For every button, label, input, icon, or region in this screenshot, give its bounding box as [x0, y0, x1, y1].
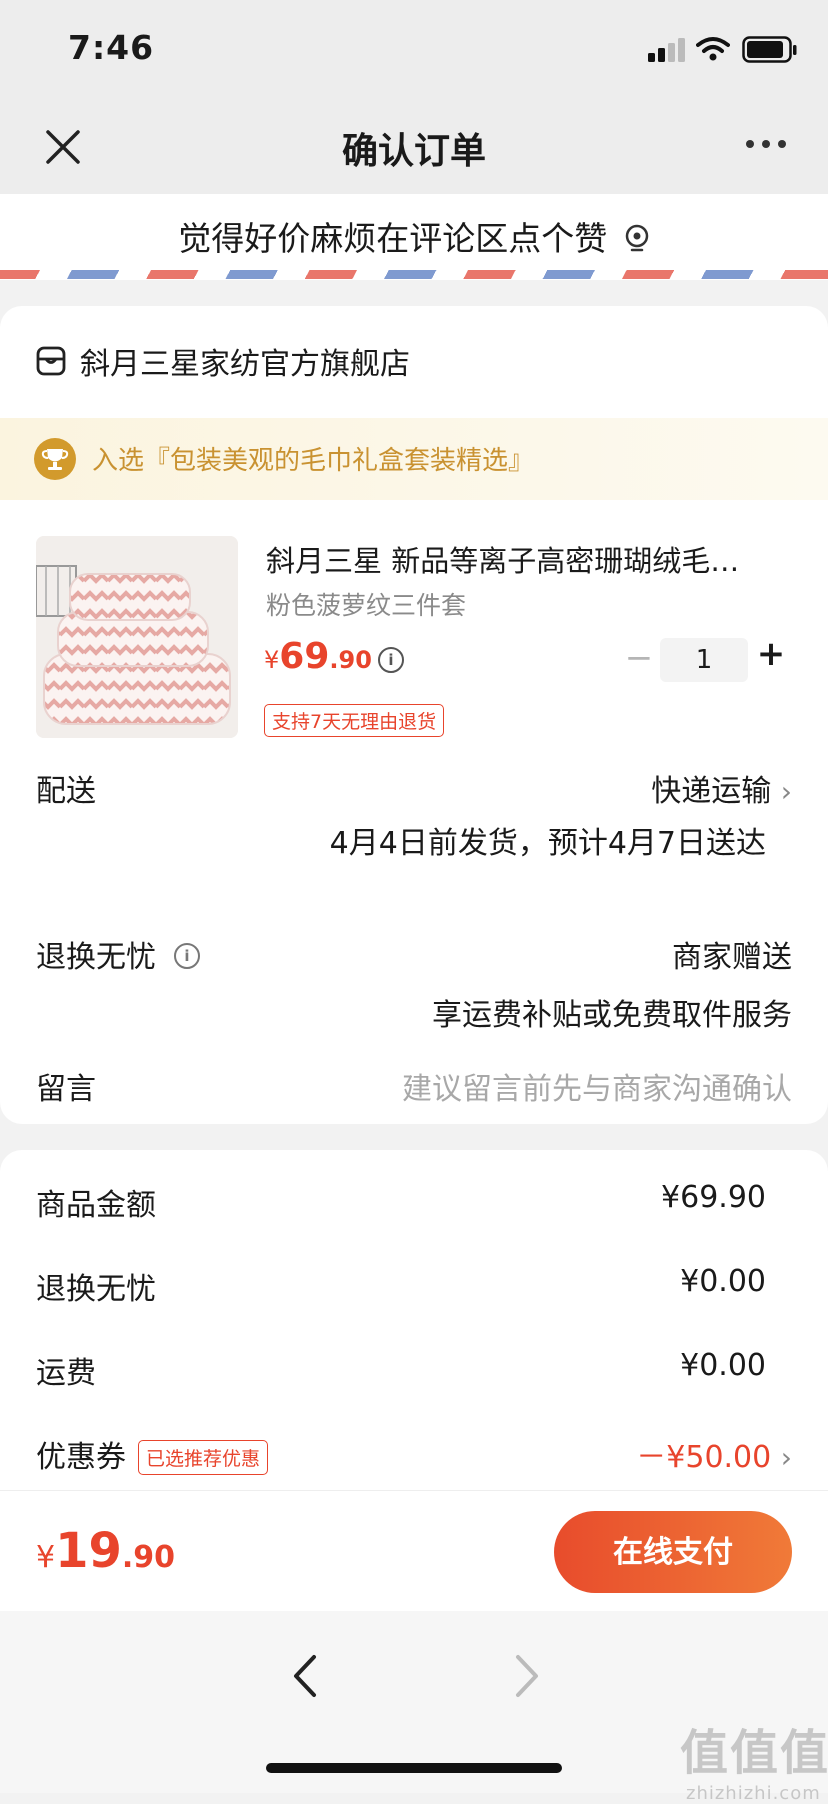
total-decimal: .90 [121, 1540, 176, 1575]
delivery-method-label: 快递运输 [651, 774, 772, 809]
watermark: 值值值 zhizhizhi.com [680, 1713, 828, 1804]
watermark-brand: 值值值 [680, 1725, 828, 1781]
page-title: 确认订单 [341, 131, 486, 172]
delivery-estimate: 4月4日前发货，预计4月7日送达 [329, 826, 766, 861]
total-integer: 19 [55, 1523, 122, 1579]
summary-row-label: 退换无忧 [36, 1272, 156, 1307]
back-arrow-icon[interactable] [286, 1651, 326, 1701]
message-input[interactable]: 建议留言前先与商家沟通确认 [402, 1064, 792, 1108]
delivery-label: 配送 [36, 774, 96, 809]
summary-row-label: 商品金额 [36, 1188, 156, 1223]
browser-nav-bar: 值值值 zhizhizhi.com [0, 1611, 828, 1804]
quantity-decrease-button[interactable]: − [624, 638, 654, 678]
product-thumbnail[interactable] [36, 536, 238, 738]
wifi-icon [696, 37, 730, 61]
store-icon [36, 346, 66, 376]
return-service-info-icon[interactable]: i [174, 943, 200, 969]
delivery-method[interactable]: 快递运输 › [651, 766, 792, 810]
price-summary-card: 商品金额 ¥69.90 退换无忧 ¥0.00 运费 ¥0.00 优惠券 已选推荐… [0, 1150, 828, 1490]
product-price: ¥69.90 [264, 636, 372, 677]
price-currency: ¥ [264, 646, 280, 674]
chevron-right-icon: › [780, 775, 792, 808]
airmail-stripe-divider [0, 270, 828, 279]
return-policy-tag: 支持7天无理由退货 [264, 704, 445, 737]
product-variant[interactable]: 粉色菠萝纹三件套 [266, 586, 466, 622]
product-title[interactable]: 斜月三星 新品等离子高密珊瑚绒毛… [266, 538, 776, 580]
pay-online-button[interactable]: 在线支付 [554, 1511, 792, 1593]
forward-arrow-icon[interactable] [506, 1651, 546, 1701]
summary-row-value: ¥0.00 [680, 1348, 766, 1383]
promo-strip: 觉得好价麻烦在评论区点个赞 [0, 194, 828, 280]
coupon-value[interactable]: －¥50.00 › [636, 1432, 792, 1476]
quantity-input[interactable]: 1 [660, 638, 748, 682]
more-icon[interactable] [744, 132, 788, 156]
promo-label: 觉得好价麻烦在评论区点个赞 [178, 219, 608, 258]
coupon-discount: －¥50.00 [636, 1440, 772, 1475]
status-bar: 7:46 [0, 0, 828, 100]
trophy-icon [34, 438, 76, 480]
return-service-value: 商家赠送 [672, 940, 792, 975]
home-indicator[interactable] [266, 1763, 562, 1773]
price-integer: 69 [279, 636, 330, 677]
banner-text: 入选『包装美观的毛巾礼盒套装精选』 [92, 446, 535, 476]
selection-banner[interactable]: 入选『包装美观的毛巾礼盒套装精选』 [0, 418, 828, 500]
return-service-detail: 享运费补贴或免费取件服务 [432, 998, 792, 1033]
total-price: ¥19.90 [36, 1523, 175, 1579]
bulb-icon [625, 224, 648, 252]
total-currency: ¥ [36, 1540, 56, 1575]
checkout-footer: ¥19.90 在线支付 [0, 1490, 828, 1611]
signal-icon [648, 38, 685, 62]
summary-row-value: ¥69.90 [661, 1180, 766, 1215]
battery-icon [742, 36, 797, 63]
summary-row-label: 运费 [36, 1356, 96, 1391]
coupon-tag: 已选推荐优惠 [138, 1440, 269, 1475]
promo-text: 觉得好价麻烦在评论区点个赞 [0, 212, 828, 260]
price-decimal: .90 [329, 646, 372, 674]
store-name: 斜月三星家纺官方旗舰店 [80, 347, 410, 382]
nav-bar: 确认订单 [0, 100, 828, 194]
message-label: 留言 [36, 1072, 96, 1107]
quantity-increase-button[interactable]: + [756, 634, 786, 674]
status-time: 7:46 [68, 28, 155, 67]
price-info-icon[interactable]: i [378, 647, 404, 673]
watermark-domain: zhizhizhi.com [686, 1783, 821, 1804]
summary-row-value: ¥0.00 [680, 1264, 766, 1299]
coupon-label: 优惠券 [36, 1440, 126, 1475]
chevron-right-icon: › [780, 1441, 792, 1474]
order-detail-card: 斜月三星家纺官方旗舰店 入选『包装美观的毛巾礼盒套装精选』 斜月三星 新品等离子… [0, 306, 828, 1124]
return-service-label: 退换无忧 [36, 940, 156, 975]
